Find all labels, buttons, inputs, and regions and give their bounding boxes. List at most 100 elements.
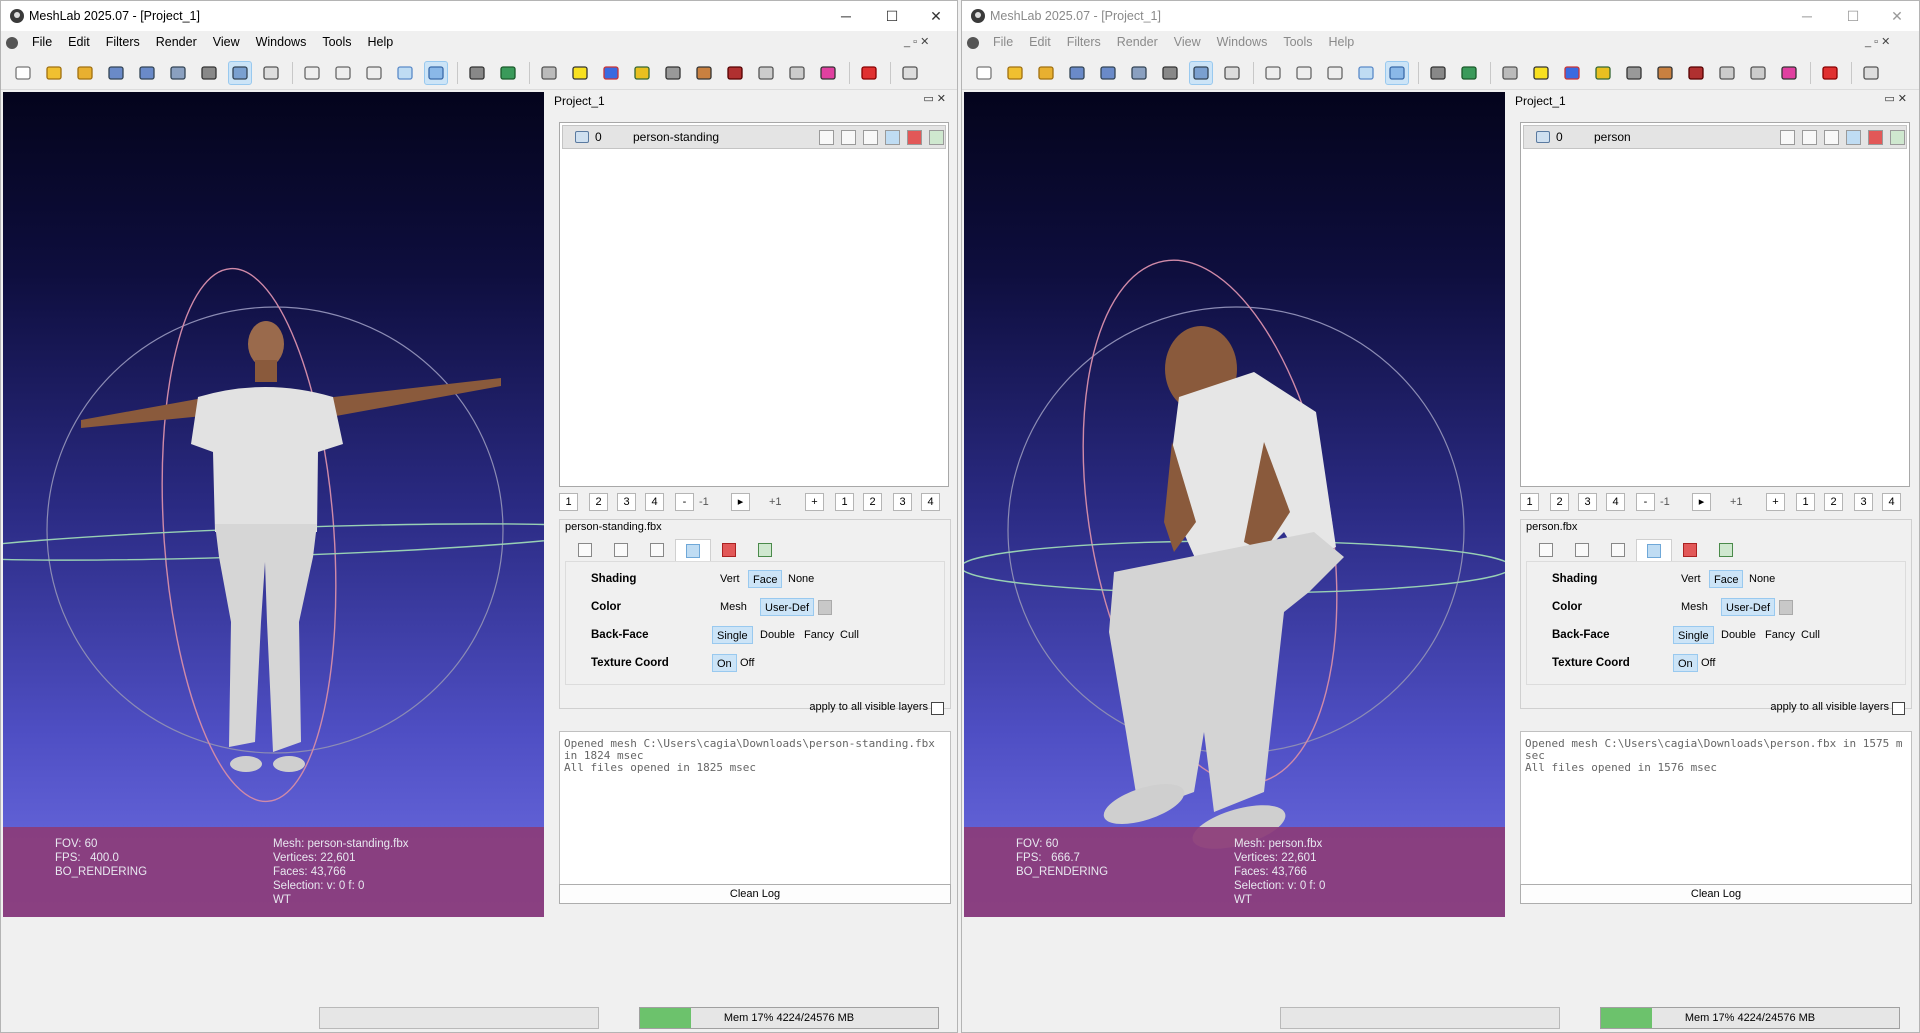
snapshot-nav-item[interactable]: 3 xyxy=(617,493,636,511)
menu-render[interactable]: Render xyxy=(148,31,205,54)
apply-all-checkbox[interactable] xyxy=(931,702,944,715)
layers-icon[interactable] xyxy=(1189,61,1213,85)
menu-render[interactable]: Render xyxy=(1109,31,1166,54)
menu-help[interactable]: Help xyxy=(360,31,402,54)
maximize-button[interactable]: ☐ xyxy=(869,1,915,31)
wireframe-icon[interactable] xyxy=(1824,130,1839,145)
paint-icon[interactable] xyxy=(630,61,654,85)
select-connected-icon[interactable] xyxy=(785,61,809,85)
settings-icon[interactable] xyxy=(1890,130,1905,145)
trackball-icon[interactable] xyxy=(537,61,561,85)
tab-texture[interactable] xyxy=(711,539,747,561)
zoom-icon[interactable] xyxy=(1859,61,1883,85)
document-icon[interactable] xyxy=(967,36,979,49)
menu-tools[interactable]: Tools xyxy=(314,31,359,54)
close-button[interactable]: ✕ xyxy=(913,1,957,31)
snapshot-nav-item[interactable]: + xyxy=(1766,493,1785,511)
title-bar[interactable]: MeshLab 2025.07 - [Project_1] ─ ☐ ✕ xyxy=(1,1,957,31)
backface-cull[interactable]: Cull xyxy=(1797,626,1824,644)
brush-icon[interactable] xyxy=(692,61,716,85)
delete-icon[interactable] xyxy=(1818,61,1842,85)
backface-double[interactable]: Double xyxy=(1717,626,1760,644)
maximize-button[interactable]: ☐ xyxy=(1830,1,1876,31)
tab-settings[interactable] xyxy=(747,539,783,561)
3d-viewport[interactable]: FOV: 60 FPS: 400.0 BO_RENDERING Mesh: pe… xyxy=(3,92,544,917)
delete-icon[interactable] xyxy=(857,61,881,85)
document-icon[interactable] xyxy=(6,36,18,49)
snapshot-icon[interactable] xyxy=(1158,61,1182,85)
tab-wireframe[interactable] xyxy=(1600,539,1636,561)
paint-icon[interactable] xyxy=(1591,61,1615,85)
color-swatch[interactable] xyxy=(818,600,832,615)
snapshot-nav-item[interactable]: 2 xyxy=(1824,493,1843,511)
mdi-controls[interactable]: _ ▫ ✕ xyxy=(1865,35,1890,48)
mdi-controls[interactable]: _ ▫ ✕ xyxy=(904,35,929,48)
snapshot-nav-item[interactable]: 4 xyxy=(645,493,664,511)
snapshot-nav-item[interactable]: 1 xyxy=(559,493,578,511)
axes-icon[interactable] xyxy=(1457,61,1481,85)
shading-none[interactable]: None xyxy=(1745,570,1779,588)
tab-solid[interactable] xyxy=(1636,539,1672,561)
title-bar[interactable]: MeshLab 2025.07 - [Project_1] ─ ☐ ✕ xyxy=(962,1,1919,31)
measure-icon[interactable] xyxy=(599,61,623,85)
menu-file[interactable]: File xyxy=(985,31,1021,54)
snapshot-nav-item[interactable]: - xyxy=(1636,493,1655,511)
smooth-icon[interactable] xyxy=(424,61,448,85)
layer-row[interactable]: 0 person xyxy=(1523,125,1907,149)
color-mesh[interactable]: Mesh xyxy=(716,598,751,616)
minimize-button[interactable]: ─ xyxy=(823,1,869,31)
points-icon[interactable] xyxy=(841,130,856,145)
wire-icon[interactable] xyxy=(259,61,283,85)
menu-help[interactable]: Help xyxy=(1321,31,1363,54)
color-swatch[interactable] xyxy=(1779,600,1793,615)
snapshot-nav-item[interactable]: 3 xyxy=(1578,493,1597,511)
menu-windows[interactable]: Windows xyxy=(1209,31,1276,54)
settings-icon[interactable] xyxy=(929,130,944,145)
pick-icon[interactable] xyxy=(1622,61,1646,85)
menu-view[interactable]: View xyxy=(205,31,248,54)
snapshot-nav-item[interactable]: 4 xyxy=(1606,493,1625,511)
minimize-button[interactable]: ─ xyxy=(1784,1,1830,31)
snapshot-nav-item[interactable]: 1 xyxy=(1520,493,1539,511)
solid-icon[interactable] xyxy=(1846,130,1861,145)
color-user-def[interactable]: User-Def xyxy=(760,598,815,616)
brush-icon[interactable] xyxy=(1653,61,1677,85)
pick-icon[interactable] xyxy=(661,61,685,85)
shading-vert[interactable]: Vert xyxy=(1677,570,1705,588)
texcoord-off[interactable]: Off xyxy=(736,654,758,672)
backface-fancy[interactable]: Fancy xyxy=(1761,626,1799,644)
snapshot-nav-item[interactable]: 3 xyxy=(1854,493,1873,511)
visibility-icon[interactable] xyxy=(575,131,589,143)
snapshot-nav-item[interactable]: ▸ xyxy=(731,493,750,511)
tab-solid[interactable] xyxy=(675,539,711,561)
visibility-icon[interactable] xyxy=(1536,131,1550,143)
snapshot-nav-item[interactable]: 1 xyxy=(835,493,854,511)
points-icon[interactable] xyxy=(1802,130,1817,145)
bbox-icon[interactable] xyxy=(300,61,324,85)
annotation-icon[interactable] xyxy=(568,61,592,85)
open-project-icon[interactable] xyxy=(73,61,97,85)
axes-icon[interactable] xyxy=(496,61,520,85)
reload-icon[interactable] xyxy=(104,61,128,85)
open-icon[interactable] xyxy=(42,61,66,85)
clean-log-button[interactable]: Clean Log xyxy=(559,884,951,904)
panel-float-close-buttons[interactable]: ▭ ✕ xyxy=(1884,92,1907,105)
annotation-icon[interactable] xyxy=(1529,61,1553,85)
wireframe-icon[interactable] xyxy=(863,130,878,145)
tab-points[interactable] xyxy=(603,539,639,561)
color-icon[interactable] xyxy=(816,61,840,85)
reload-all-icon[interactable] xyxy=(1096,61,1120,85)
menu-tools[interactable]: Tools xyxy=(1275,31,1320,54)
new-file-icon[interactable] xyxy=(972,61,996,85)
solid-icon[interactable] xyxy=(1354,61,1378,85)
texture-icon[interactable] xyxy=(907,130,922,145)
snapshot-nav-item[interactable]: 2 xyxy=(589,493,608,511)
points-icon[interactable] xyxy=(1292,61,1316,85)
smooth-icon[interactable] xyxy=(1385,61,1409,85)
shading-face[interactable]: Face xyxy=(1709,570,1744,588)
points-icon[interactable] xyxy=(331,61,355,85)
layer-name[interactable]: person-standing xyxy=(633,130,719,144)
menu-file[interactable]: File xyxy=(24,31,60,54)
wireframe-icon[interactable] xyxy=(362,61,386,85)
color-mesh[interactable]: Mesh xyxy=(1677,598,1712,616)
